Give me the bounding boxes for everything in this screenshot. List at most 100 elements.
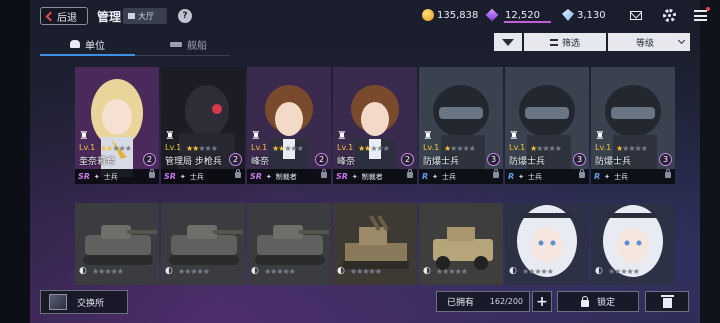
filter-icon [549,38,558,46]
unit-card[interactable]: ◐ ★★★★★ [419,203,503,285]
trash-icon [660,294,674,308]
notification-dot [706,7,710,11]
unit-card[interactable]: ◐ ★★★★★ [505,203,589,285]
type-icon: ✦ [432,172,439,181]
unit-info-bar: SR ✦ 制裁者 [247,169,331,184]
unit-stars: ★★★★★ [100,144,132,153]
expand-capacity-button[interactable]: + [532,291,552,312]
unit-card[interactable]: ♜ Lv.1 ★★★★★ 峰奈 2 SR ✦ 制裁者 [333,67,417,184]
ship-icon [170,41,182,47]
back-button[interactable]: 后退 [40,7,88,25]
triangle-down-icon [502,38,514,46]
unit-stars: ★★★★★ [178,267,210,276]
unit-card[interactable]: ♜ Lv.1 ★★★★★ 管理局 步枪兵 2 SR ✦ 士兵 [161,67,245,184]
unit-stars: ★★★★★ [608,267,640,276]
rarity-label: R [594,172,601,181]
page-title: 管理 [97,10,122,24]
unit-name: 管理局 步枪兵 [165,157,222,167]
tab-ships-label: 舰船 [187,40,207,52]
lock-button[interactable]: 锁定 [557,291,639,312]
unit-level: Lv.1 [165,143,182,152]
class-icon: ♜ [165,129,175,142]
unit-info-bar: SR ✦ 士兵 [75,169,159,184]
gem-resource[interactable]: 12,520 [485,8,540,22]
class-icon: ◐ [79,266,87,276]
unit-card[interactable]: ♜ Lv.1 ★★★★★ 奎奈莉希 2 SR ✦ 士兵 [75,67,159,184]
gem-underline [504,21,551,23]
crystal-resource[interactable]: 3,130 [562,9,606,21]
unit-cost-badge: 2 [315,153,328,166]
exchange-button[interactable]: 交换所 [40,290,128,314]
unit-name: 峰奈 [251,157,270,167]
rarity-label: SR [164,172,176,181]
owned-label: 已拥有 [447,298,475,308]
lobby-button[interactable]: 大厅 [123,8,167,24]
class-icon: ♜ [251,129,261,142]
unit-name: 峰奈 [337,157,356,167]
tab-units-label: 单位 [85,40,105,52]
purple-gem-icon [485,8,499,22]
gear-icon[interactable] [663,9,676,22]
unit-card[interactable]: ♜ Lv.1 ★★★★★ 峰奈 2 SR ✦ 制裁者 [247,67,331,184]
unit-info-bar: R ✦ 士兵 [505,169,589,184]
lobby-label: 大厅 [138,11,154,21]
type-icon: ✦ [265,172,272,181]
tab-ships[interactable]: 舰船 [170,34,207,54]
mail-icon[interactable] [630,11,642,20]
chevron-down-icon [677,36,686,45]
unit-card[interactable]: ♜ Lv.1 ★★★★★ 防爆士兵 3 R ✦ 士兵 [419,67,503,184]
type-icon: ✦ [93,172,100,181]
unit-name: 防爆士兵 [595,157,632,167]
unit-card[interactable]: ◐ ★★★★★ [333,203,417,285]
type-icon: ✦ [604,172,611,181]
unit-card[interactable]: ◐ ★★★★★ [75,203,159,285]
owned-count: 已拥有 162/200 [436,291,530,312]
owned-value: 162/200 [489,297,523,306]
unit-card[interactable]: ♜ Lv.1 ★★★★★ 防爆士兵 3 R ✦ 士兵 [591,67,675,184]
dismiss-button[interactable] [645,291,689,312]
gold-resource[interactable]: 135,838 [422,9,478,21]
unit-stars: ★★★★★ [444,144,476,153]
unit-stars: ★★★★★ [616,144,648,153]
unit-card[interactable]: ♜ Lv.1 ★★★★★ 防爆士兵 3 R ✦ 士兵 [505,67,589,184]
gold-coin-icon [422,9,434,21]
unit-level: Lv.1 [423,143,440,152]
unit-level: Lv.1 [337,143,354,152]
class-icon: ♜ [337,129,347,142]
filter-button[interactable]: 筛选 [524,33,606,51]
rarity-label: R [422,172,429,181]
unit-stars: ★★★★★ [358,144,390,153]
menu-icon[interactable] [694,10,707,21]
unit-card[interactable]: ◐ ★★★★★ [161,203,245,285]
unit-card[interactable]: ◐ ★★★★★ [247,203,331,285]
sort-order-button[interactable] [494,33,522,51]
rarity-label: SR [336,172,348,181]
unit-name: 防爆士兵 [509,157,546,167]
class-icon: ◐ [423,266,431,276]
exchange-icon [49,294,67,310]
unit-type: 士兵 [614,172,629,181]
class-icon: ◐ [337,266,345,276]
sort-select[interactable]: 等级 [608,33,690,51]
type-icon: ✦ [179,172,186,181]
home-icon [128,13,135,19]
type-icon: ✦ [518,172,525,181]
tab-units[interactable]: 单位 [70,34,105,54]
class-icon: ◐ [509,266,517,276]
rarity-label: SR [250,172,262,181]
unit-stars: ★★★★★ [530,144,562,153]
unit-level: Lv.1 [79,143,96,152]
unit-info-bar: SR ✦ 制裁者 [333,169,417,184]
class-icon: ♜ [595,129,605,142]
unit-card[interactable]: ◐ ★★★★★ [591,203,675,285]
unit-cost-badge: 3 [573,153,586,166]
unit-type: 制裁者 [275,172,297,181]
lock-icon [665,169,671,178]
rarity-label: R [508,172,515,181]
lock-icon [493,169,499,178]
help-icon[interactable]: ? [178,9,192,23]
lock-icon [579,169,585,178]
class-icon: ◐ [595,266,603,276]
chevron-left-icon [45,11,56,21]
unit-stars: ★★★★★ [522,267,554,276]
